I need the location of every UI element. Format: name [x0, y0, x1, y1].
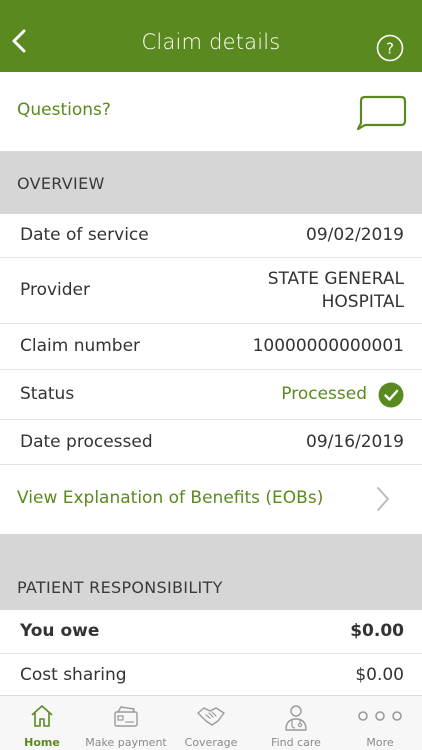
row-label: Date processed — [20, 432, 153, 452]
payment-card-icon — [114, 706, 138, 727]
check-circle-icon — [378, 382, 404, 408]
status-value: Processed — [281, 384, 367, 404]
claim-number-row: Claim number 10000000000001 — [0, 324, 422, 370]
app-header: Claim details ? — [0, 0, 422, 72]
tab-label: More — [366, 736, 394, 749]
you-owe-row: You owe $0.00 — [0, 610, 422, 654]
tab-label: Home — [24, 736, 60, 749]
chat-bubble-icon[interactable] — [355, 95, 407, 131]
tab-make-payment[interactable]: Make payment — [84, 696, 168, 750]
bottom-tab-bar: Home Make payment Coverage Find care Mor… — [0, 695, 422, 750]
tab-label: Find care — [271, 736, 321, 749]
tab-coverage[interactable]: Coverage — [168, 696, 254, 750]
questions-label: Questions? — [17, 100, 111, 120]
provider-row: Provider STATE GENERAL HOSPITAL — [0, 258, 422, 324]
date-processed-row: Date processed 09/16/2019 — [0, 420, 422, 465]
row-label: Status — [20, 384, 75, 404]
svg-text:?: ? — [386, 40, 394, 58]
row-label: You owe — [20, 621, 100, 641]
row-label: Cost sharing — [20, 665, 127, 685]
row-label: Provider — [20, 280, 90, 300]
cost-sharing-row: Cost sharing $0.00 — [0, 654, 422, 695]
provider-name-line2: HOSPITAL — [321, 292, 404, 312]
patient-responsibility-heading: PATIENT RESPONSIBILITY — [17, 578, 223, 597]
view-eob-link[interactable]: View Explanation of Benefits (EOBs) — [0, 465, 422, 534]
questions-row[interactable]: Questions? — [0, 72, 422, 151]
view-eob-label: View Explanation of Benefits (EOBs) — [17, 488, 324, 508]
row-label: Date of service — [20, 225, 149, 245]
row-value: 09/16/2019 — [306, 432, 404, 452]
patient-responsibility-section-header: PATIENT RESPONSIBILITY — [0, 534, 422, 610]
tab-find-care[interactable]: Find care — [254, 696, 338, 750]
row-value: $0.00 — [355, 665, 404, 685]
row-value: $0.00 — [350, 621, 404, 641]
chevron-right-icon — [377, 487, 389, 511]
page-title: Claim details — [141, 30, 281, 54]
overview-heading: OVERVIEW — [17, 174, 105, 193]
provider-name-line1: STATE GENERAL — [267, 269, 404, 289]
status-row: Status Processed — [0, 370, 422, 420]
tab-label: Coverage — [184, 736, 238, 749]
doctor-icon — [285, 705, 307, 731]
tab-more[interactable]: More — [338, 696, 422, 750]
handshake-icon — [197, 707, 225, 726]
more-dots-icon — [358, 711, 402, 721]
tab-home[interactable]: Home — [0, 696, 84, 750]
tab-label: Make payment — [85, 736, 167, 749]
row-value: 10000000000001 — [252, 336, 404, 356]
overview-section-header: OVERVIEW — [0, 151, 422, 214]
row-label: Claim number — [20, 336, 141, 356]
row-value: 09/02/2019 — [306, 225, 404, 245]
help-question-icon[interactable]: ? — [376, 34, 404, 62]
home-icon — [31, 705, 53, 727]
date-of-service-row: Date of service 09/02/2019 — [0, 214, 422, 258]
